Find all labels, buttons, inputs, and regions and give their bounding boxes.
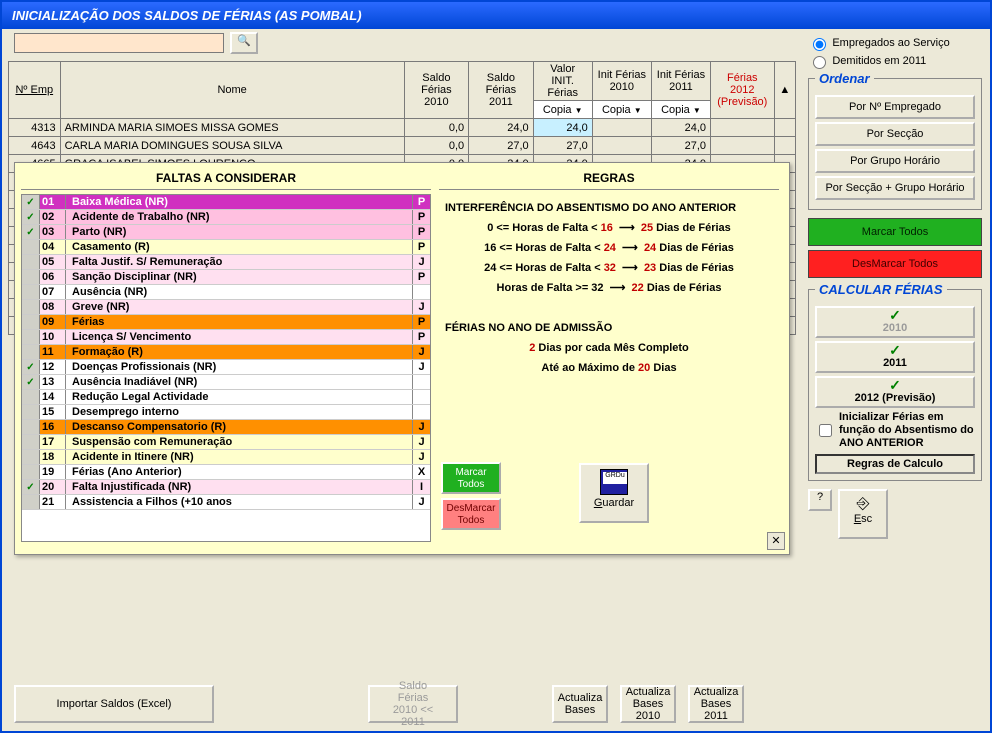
falta-row[interactable]: 15 Desemprego interno (22, 405, 430, 420)
ord-grupo[interactable]: Por Grupo Horário (815, 149, 975, 173)
regras-calculo-button[interactable]: Regras de Calculo (815, 454, 975, 474)
falta-row[interactable]: 11 Formação (R) J (22, 345, 430, 360)
falta-row[interactable]: 05 Falta Justif. S/ Remuneração J (22, 255, 430, 270)
marcar-todos-mini[interactable]: Marcar Todos (441, 462, 501, 494)
exit-icon: ⎆ (840, 495, 886, 513)
close-dialog[interactable]: ✕ (767, 532, 785, 550)
falta-row[interactable]: 06 Sanção Disciplinar (NR) P (22, 270, 430, 285)
copia-2010[interactable]: Copia ▼ (592, 101, 651, 119)
falta-row[interactable]: 20 Falta Injustificada (NR) I (22, 480, 430, 495)
marcar-todos-main[interactable]: Marcar Todos (808, 218, 982, 246)
table-row[interactable]: 4643CARLA MARIA DOMINGUES SOUSA SILVA 0,… (9, 137, 796, 155)
col-f2012[interactable]: Férias 2012 (Previsão) (711, 62, 775, 119)
calc-2012[interactable]: ✓2012 (Previsão) (815, 376, 975, 408)
falta-row[interactable]: 04 Casamento (R) P (22, 240, 430, 255)
faltas-regras-dialog: FALTAS A CONSIDERAR 01 Baixa Médica (NR)… (14, 162, 790, 555)
falta-row[interactable]: 08 Greve (NR) J (22, 300, 430, 315)
search-input[interactable] (14, 33, 224, 53)
regras-title: REGRAS (439, 169, 779, 190)
falta-row[interactable]: 07 Ausência (NR) (22, 285, 430, 300)
desmarcar-todos-main[interactable]: DesMarcar Todos (808, 250, 982, 278)
col-sf2011[interactable]: Saldo Férias 2011 (469, 62, 534, 119)
col-emp[interactable]: Nº Emp (9, 62, 61, 119)
search-button[interactable]: 🔍 (230, 32, 258, 54)
help-button[interactable]: ? (808, 489, 832, 511)
regras-h2: FÉRIAS NO ANO DE ADMISSÃO (439, 318, 779, 338)
window-title: INICIALIZAÇÃO DOS SALDOS DE FÉRIAS (AS P… (2, 2, 990, 29)
desmarcar-todos-mini[interactable]: DesMarcar Todos (441, 498, 501, 530)
table-row[interactable]: 4313ARMINDA MARIA SIMOES MISSA GOMES 0,0… (9, 119, 796, 137)
falta-row[interactable]: 18 Acidente in Itinere (NR) J (22, 450, 430, 465)
calc-2010[interactable]: ✓2010 (815, 306, 975, 338)
actualiza-bases-2011[interactable]: Actualiza Bases 2011 (688, 685, 744, 723)
regras-h1: INTERFERÊNCIA DO ABSENTISMO DO ANO ANTER… (439, 198, 779, 218)
falta-row[interactable]: 16 Descanso Compensatorio (R) J (22, 420, 430, 435)
col-if2011[interactable]: Init Férias 2011 (651, 62, 710, 101)
faltas-list[interactable]: 01 Baixa Médica (NR) P 02 Acidente de Tr… (21, 194, 431, 542)
calc-legend: CALCULAR FÉRIAS (815, 282, 947, 297)
col-vinit[interactable]: Valor INIT. Férias (533, 62, 592, 101)
regra-line: 24 <= Horas de Falta < 32 ⟶ 23 Dias de F… (439, 258, 779, 278)
regra-line: Horas de Falta >= 32 ⟶ 22 Dias de Férias (439, 278, 779, 298)
falta-row[interactable]: 09 Férias P (22, 315, 430, 330)
falta-row[interactable]: 03 Parto (NR) P (22, 225, 430, 240)
chk-init-absentismo[interactable]: Inicializar Férias em função do Absentis… (815, 411, 975, 450)
falta-row[interactable]: 10 Licença S/ Vencimento P (22, 330, 430, 345)
falta-row[interactable]: 17 Suspensão com Remuneração J (22, 435, 430, 450)
ord-seccao-grupo[interactable]: Por Secção + Grupo Horário (815, 176, 975, 200)
copia-vinit[interactable]: Copia ▼ (533, 101, 592, 119)
guardar-button[interactable]: Guardar (579, 463, 649, 523)
falta-row[interactable]: 12 Doenças Profissionais (NR) J (22, 360, 430, 375)
ordenar-group: Ordenar Por Nº Empregado Por Secção Por … (808, 71, 982, 210)
falta-row[interactable]: 21 Assistencia a Filhos (+10 anos J (22, 495, 430, 510)
saldo-ferias-button: Saldo Férias 2010 << 2011 (368, 685, 458, 723)
copia-2011[interactable]: Copia ▼ (651, 101, 710, 119)
col-if2010[interactable]: Init Férias 2010 (592, 62, 651, 101)
actualiza-bases[interactable]: Actualiza Bases (552, 685, 608, 723)
actualiza-bases-2010[interactable]: Actualiza Bases 2010 (620, 685, 676, 723)
regra-line: 16 <= Horas de Falta < 24 ⟶ 24 Dias de F… (439, 238, 779, 258)
falta-row[interactable]: 02 Acidente de Trabalho (NR) P (22, 210, 430, 225)
falta-row[interactable]: 19 Férias (Ano Anterior) X (22, 465, 430, 480)
save-icon (600, 469, 628, 495)
radio-demitidos[interactable]: Demitidos em 2011 (808, 53, 982, 69)
scroll-up[interactable]: ▲ (774, 62, 795, 119)
ordenar-legend: Ordenar (815, 71, 874, 86)
calc-2011[interactable]: ✓2011 (815, 341, 975, 373)
col-nome[interactable]: Nome (60, 62, 404, 119)
ord-empregado[interactable]: Por Nº Empregado (815, 95, 975, 119)
exit-button[interactable]: ⎆ Esc (838, 489, 888, 539)
regra-line: 0 <= Horas de Falta < 16 ⟶ 25 Dias de Fé… (439, 218, 779, 238)
falta-row[interactable]: 14 Redução Legal Actividade (22, 390, 430, 405)
importar-saldos-button[interactable]: Importar Saldos (Excel) (14, 685, 214, 723)
ord-seccao[interactable]: Por Secção (815, 122, 975, 146)
radio-servico[interactable]: Empregados ao Serviço (808, 35, 982, 51)
falta-row[interactable]: 01 Baixa Médica (NR) P (22, 195, 430, 210)
faltas-title: FALTAS A CONSIDERAR (21, 169, 431, 190)
col-sf2010[interactable]: Saldo Férias 2010 (404, 62, 469, 119)
calcular-group: CALCULAR FÉRIAS ✓2010 ✓2011 ✓2012 (Previ… (808, 282, 982, 481)
falta-row[interactable]: 13 Ausência Inadiável (NR) (22, 375, 430, 390)
